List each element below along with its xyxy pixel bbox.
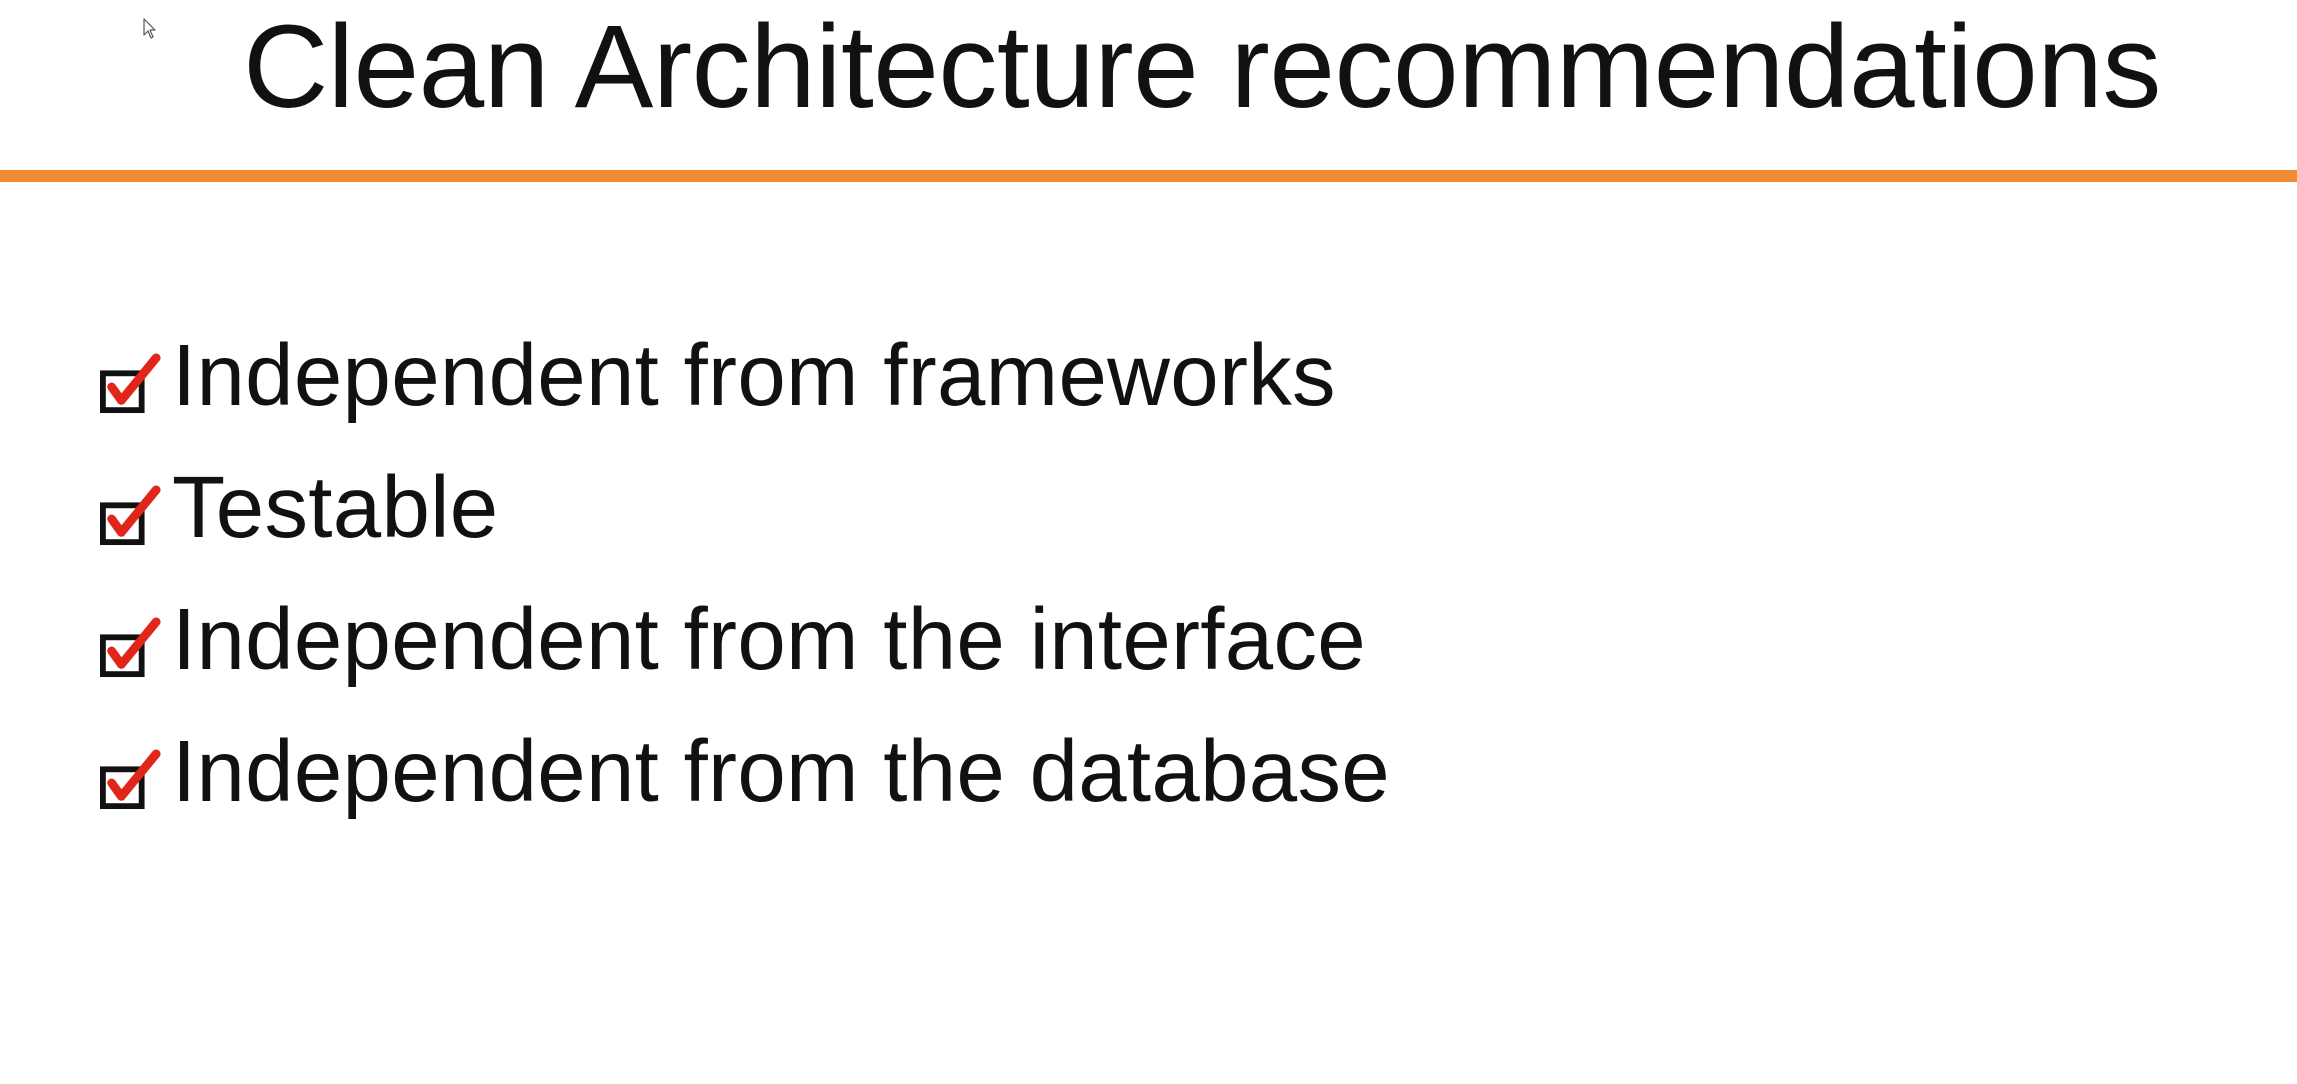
checked-box-icon — [100, 485, 161, 546]
checked-box-icon — [100, 353, 161, 414]
recommendation-list: Independent from frameworks Testable Ind… — [100, 310, 1390, 838]
list-item: Independent from the interface — [100, 574, 1390, 706]
list-item-label: Independent from the database — [172, 723, 1390, 820]
list-item: Independent from frameworks — [100, 310, 1390, 442]
title-divider — [0, 170, 2297, 182]
list-item: Independent from the database — [100, 706, 1390, 838]
checked-box-icon — [100, 749, 161, 810]
checked-box-icon — [100, 617, 161, 678]
list-item-label: Independent from the interface — [172, 591, 1366, 688]
list-item-label: Testable — [172, 459, 499, 556]
slide-title: Clean Architecture recommendations — [243, 1, 2161, 133]
presentation-slide: Clean Architecture recommendations Indep… — [0, 0, 2297, 1084]
list-item: Testable — [100, 442, 1390, 574]
list-item-label: Independent from frameworks — [172, 327, 1336, 424]
